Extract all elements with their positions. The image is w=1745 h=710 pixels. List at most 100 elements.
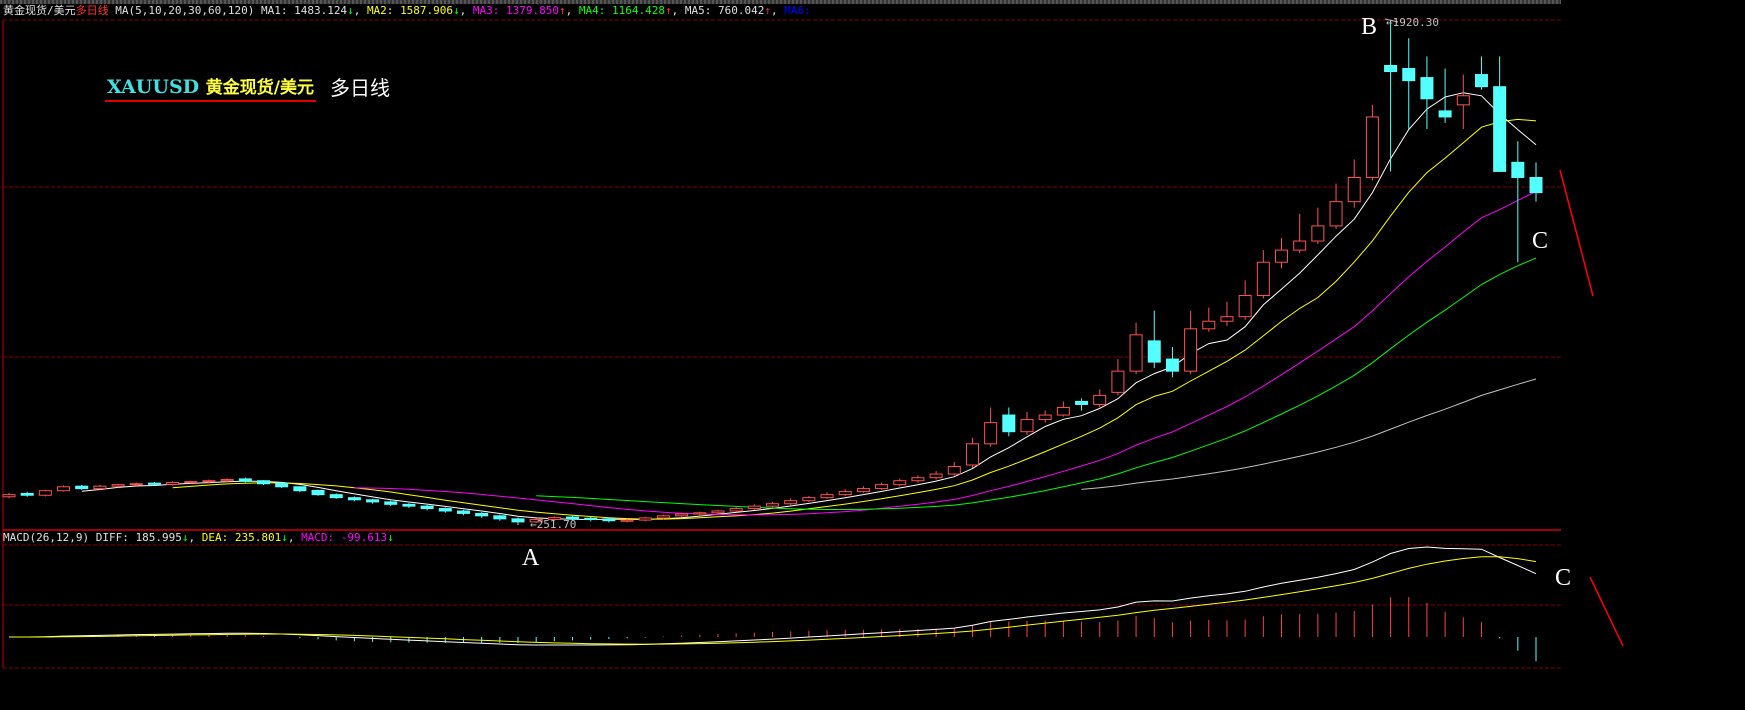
candle-down bbox=[511, 517, 525, 525]
candle-down bbox=[1529, 162, 1543, 202]
point-c-label: C bbox=[1532, 228, 1549, 254]
candle-down bbox=[75, 484, 89, 490]
candle-down bbox=[1402, 38, 1416, 130]
candle-down bbox=[311, 489, 325, 496]
candle-body bbox=[1129, 334, 1143, 372]
candle-down bbox=[1075, 398, 1089, 411]
candle-body bbox=[893, 480, 907, 486]
candle-body bbox=[820, 494, 834, 499]
candle-body bbox=[784, 500, 798, 505]
candle-down bbox=[329, 493, 343, 499]
instrument-label: 黄金现货/美元 bbox=[205, 78, 314, 98]
candle-down bbox=[475, 512, 489, 518]
candle-up bbox=[1129, 322, 1143, 375]
candle-body bbox=[511, 518, 525, 523]
candle-down bbox=[1147, 310, 1161, 369]
candle-body bbox=[856, 488, 870, 493]
candle-down bbox=[1493, 56, 1507, 172]
candle-body bbox=[184, 481, 198, 484]
candle-body bbox=[1438, 110, 1452, 118]
candle-down bbox=[20, 491, 34, 497]
candle-body bbox=[1111, 370, 1125, 393]
candle-down bbox=[584, 517, 598, 522]
candle-body bbox=[1311, 225, 1325, 242]
candle-up bbox=[911, 475, 925, 483]
low-price-label: ←251.70 bbox=[530, 518, 577, 531]
candle-up bbox=[747, 504, 761, 510]
candle-body bbox=[729, 508, 743, 512]
candle-up bbox=[1111, 359, 1125, 396]
candle-body bbox=[1056, 406, 1070, 416]
candle-down bbox=[1384, 20, 1398, 172]
candle-up bbox=[1311, 207, 1325, 245]
candle-body bbox=[57, 486, 71, 492]
candle-up bbox=[875, 482, 889, 490]
candle-up bbox=[984, 407, 998, 447]
point-a-label: A bbox=[522, 545, 540, 571]
candle-body bbox=[20, 492, 34, 496]
candle-body bbox=[1184, 328, 1198, 372]
candle-body bbox=[311, 489, 325, 496]
candle-body bbox=[493, 515, 507, 520]
candle-up bbox=[1347, 159, 1361, 208]
candle-up bbox=[1256, 250, 1270, 299]
candle-up bbox=[766, 501, 779, 508]
candle-down bbox=[1002, 407, 1016, 437]
ma4-line bbox=[536, 257, 1537, 510]
candle-up bbox=[1184, 310, 1198, 375]
candle-up bbox=[57, 485, 71, 492]
candle-body bbox=[1020, 419, 1034, 433]
candle-down bbox=[456, 509, 470, 516]
candle-down bbox=[347, 496, 361, 502]
candle-body bbox=[1238, 295, 1252, 318]
candle-up bbox=[1220, 301, 1234, 326]
candle-up bbox=[802, 495, 816, 502]
candle-body bbox=[1220, 316, 1234, 322]
candle-body bbox=[238, 478, 252, 482]
candle-body bbox=[275, 482, 289, 488]
macd-trend-line bbox=[1589, 576, 1624, 647]
candle-body bbox=[420, 505, 434, 510]
candle-up bbox=[1202, 307, 1216, 332]
candle-body bbox=[1474, 74, 1488, 88]
candle-body bbox=[638, 517, 652, 521]
candle-body bbox=[1329, 201, 1343, 227]
candle-up bbox=[929, 471, 943, 480]
candle-body bbox=[911, 477, 925, 482]
ma1-line bbox=[81, 92, 1537, 521]
candle-body bbox=[1365, 116, 1379, 178]
period-annotation: 多日线 bbox=[330, 76, 390, 100]
candle-body bbox=[1347, 176, 1361, 203]
candle-body bbox=[147, 482, 161, 485]
candle-body bbox=[38, 490, 52, 496]
macd-point-c-label: C bbox=[1555, 565, 1572, 591]
chart-canvas[interactable] bbox=[0, 0, 1745, 710]
candle-body bbox=[1147, 340, 1161, 363]
point-b-label: B bbox=[1361, 14, 1378, 40]
candle-body bbox=[202, 480, 216, 483]
candle-body bbox=[75, 485, 89, 490]
candle-up bbox=[947, 461, 961, 476]
candle-body bbox=[329, 494, 343, 499]
candle-down bbox=[1420, 56, 1434, 130]
candle-down bbox=[602, 517, 616, 523]
candle-body bbox=[1075, 400, 1089, 405]
candle-down bbox=[493, 514, 507, 521]
candle-up bbox=[1056, 401, 1070, 417]
candle-body bbox=[1511, 161, 1525, 178]
candle-body bbox=[1293, 240, 1307, 251]
candle-body bbox=[129, 483, 143, 486]
candle-body bbox=[1093, 394, 1107, 405]
candle-down bbox=[402, 503, 416, 508]
candle-up bbox=[965, 437, 979, 469]
candle-down bbox=[420, 504, 434, 511]
candle-body bbox=[984, 422, 998, 445]
candle-body bbox=[584, 517, 598, 520]
candle-body bbox=[929, 473, 943, 479]
ma5-line bbox=[1081, 378, 1537, 490]
candle-body bbox=[438, 508, 452, 512]
candle-body bbox=[1002, 414, 1016, 433]
macd-panel bbox=[9, 546, 1537, 662]
candle-up bbox=[1293, 213, 1307, 254]
candle-down bbox=[366, 498, 380, 504]
